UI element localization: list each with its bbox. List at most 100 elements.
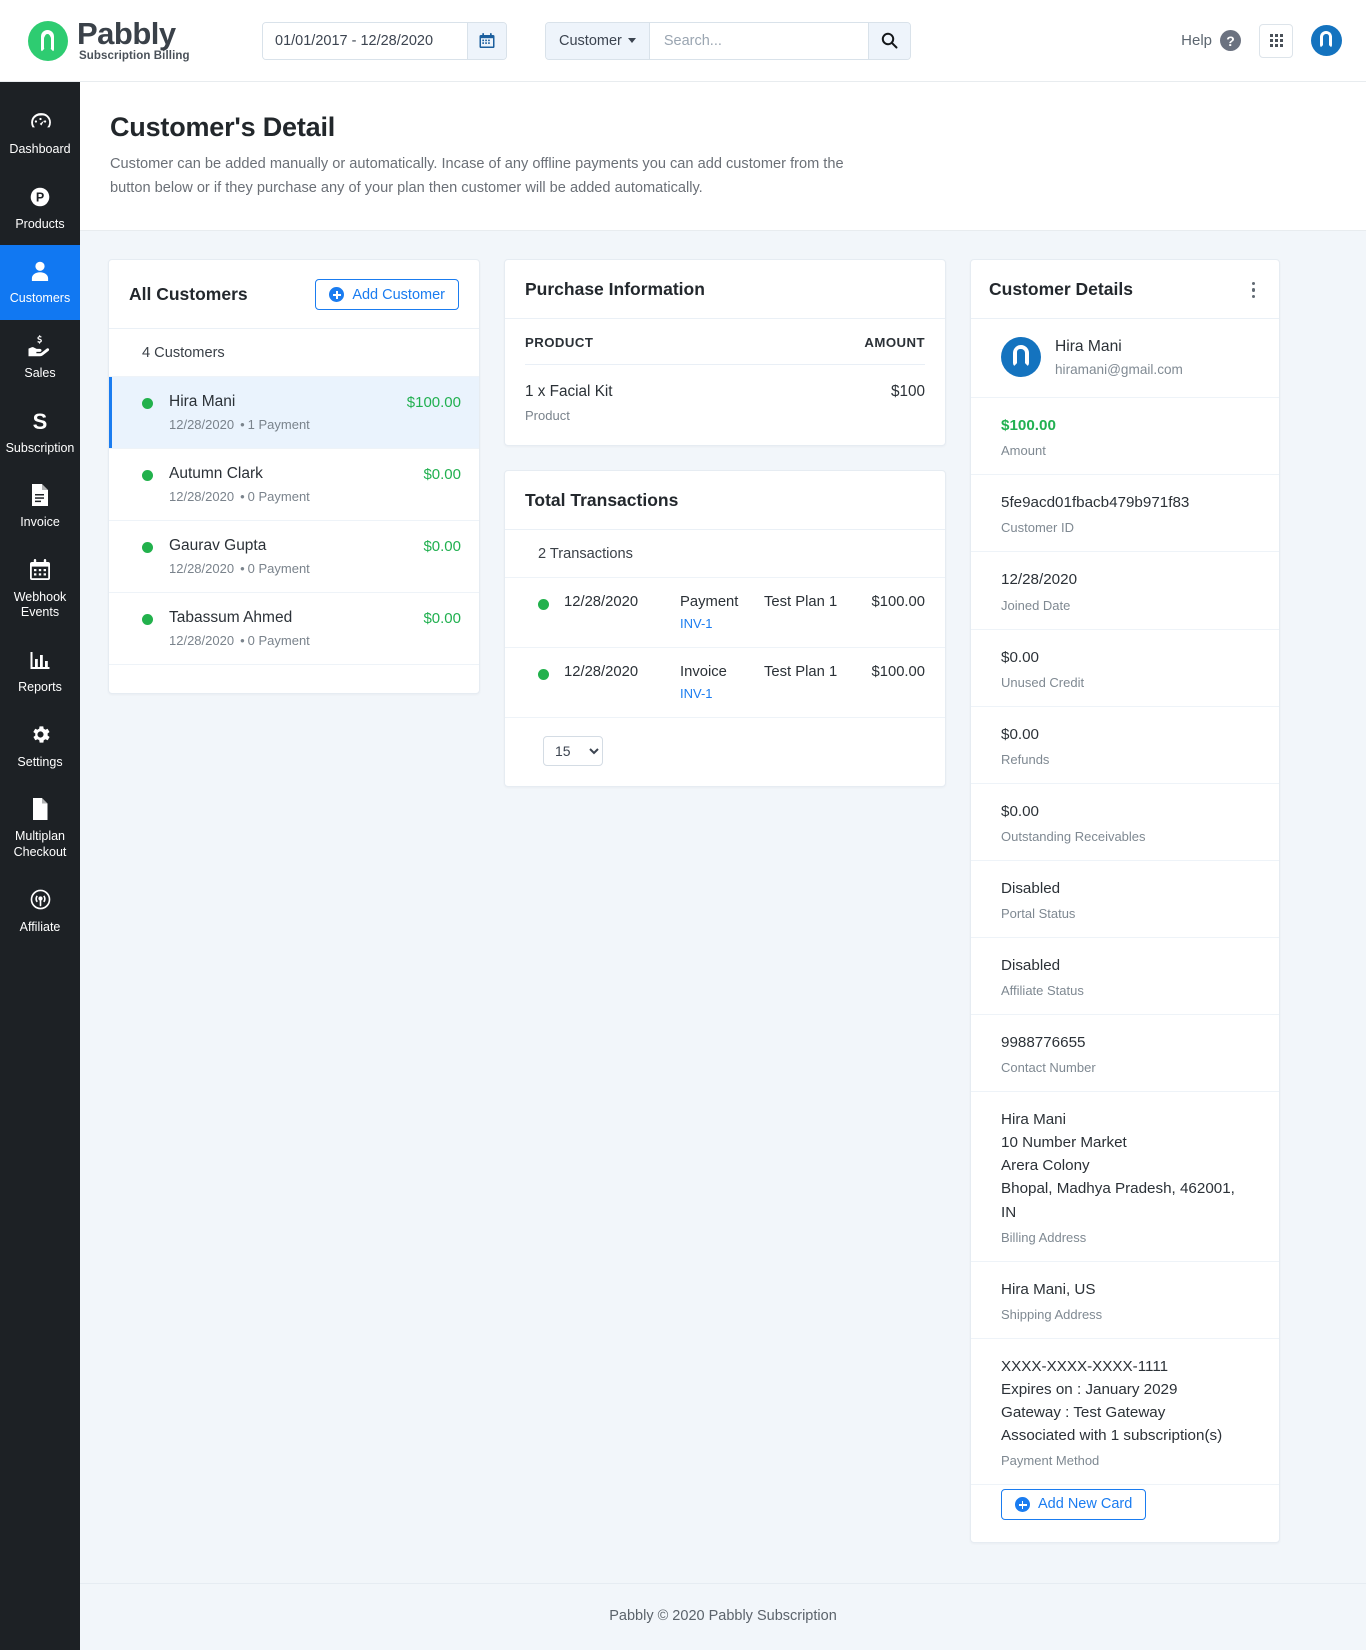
customer-details-title: Customer Details <box>989 279 1133 300</box>
detail-label: Joined Date <box>1001 597 1071 613</box>
customer-payments: 0 Payment <box>247 561 310 577</box>
customer-amount: $0.00 <box>423 538 461 556</box>
brand-logo-area[interactable]: Pabbly Subscription Billing <box>28 18 228 63</box>
detail-label: Customer ID <box>1001 520 1074 536</box>
column-header-amount: AMOUNT <box>864 335 925 351</box>
transactions-footer: 15 25 50 100 <box>505 718 945 786</box>
purchase-product: 1 x Facial Kit <box>525 383 613 401</box>
calendar-icon[interactable] <box>467 22 506 59</box>
calendar-icon <box>29 557 51 583</box>
sidebar-item-label: Invoice <box>20 515 60 530</box>
page-size-select[interactable]: 15 25 50 100 <box>543 736 603 767</box>
purchase-amount: $100 <box>890 383 925 401</box>
customer-date: 12/28/2020 <box>169 561 235 577</box>
detail-item-affiliate-status: Disabled Affiliate Status <box>971 938 1279 1016</box>
date-range-input[interactable] <box>263 22 467 59</box>
detail-item-refunds: $0.00 Refunds <box>971 707 1279 784</box>
detail-item-unused-credit: $0.00 Unused Credit <box>971 630 1279 707</box>
search-scope-dropdown[interactable]: Customer <box>546 22 650 59</box>
plus-circle-icon <box>1015 1497 1030 1513</box>
transaction-row[interactable]: 12/28/2020 Payment INV-1 Test Plan 1 $10… <box>505 578 945 649</box>
sidebar-item-label: Reports <box>18 680 62 694</box>
grid-apps-icon[interactable] <box>1259 23 1293 58</box>
sidebar-item-settings[interactable]: Settings <box>0 709 80 784</box>
kebab-menu-icon[interactable] <box>1246 280 1262 301</box>
search-group: Customer <box>545 21 911 60</box>
sidebar-item-customers[interactable]: Customers <box>0 245 80 320</box>
sidebar-item-label: Webhook Events <box>13 589 67 620</box>
sidebar-item-multiplan-checkout[interactable]: Multiplan Checkout <box>0 783 80 873</box>
green-dot-icon <box>142 542 153 554</box>
customer-details-header: Customer Details <box>971 260 1279 320</box>
sidebar-item-label: Products <box>15 216 65 231</box>
customer-count: 4 Customers <box>109 329 479 378</box>
add-customer-button[interactable]: Add Customer <box>315 279 459 311</box>
transaction-invoice-link[interactable]: INV-1 <box>680 686 764 701</box>
customer-details-column: Customer Details Hira Mani hiramani@gmai… <box>970 259 1280 1544</box>
detail-item-customer-id: 5fe9acd01fbacb479b971f83 Customer ID <box>971 475 1279 553</box>
add-new-card-button[interactable]: Add New Card <box>1001 1489 1147 1521</box>
transaction-amount: $100.00 <box>871 594 926 611</box>
transaction-type: Payment <box>680 594 739 611</box>
detail-item-outstanding-receivables: $0.00 Outstanding Receivables <box>971 784 1279 861</box>
grid-dots <box>1269 34 1283 47</box>
green-dot-icon <box>142 470 153 482</box>
sidebar-item-dashboard[interactable]: Dashboard <box>0 96 80 171</box>
user-avatar-icon[interactable] <box>1311 25 1342 56</box>
help-button[interactable]: Help ? <box>1181 30 1241 51</box>
sidebar-item-sales[interactable]: Sales <box>0 320 80 395</box>
page-footer: Pabbly © 2020 Pabbly Subscription <box>80 1583 1366 1650</box>
sidebar-item-affiliate[interactable]: Affiliate <box>0 874 80 949</box>
sidebar: Dashboard P Products Customers Sales S S… <box>0 82 80 1650</box>
customer-payments: 1 Payment <box>247 417 310 433</box>
detail-item-amount: $100.00 Amount <box>971 398 1279 476</box>
green-dot-icon <box>142 614 153 626</box>
detail-label: Payment Method <box>1001 1453 1100 1469</box>
search-icon[interactable] <box>867 22 910 59</box>
customer-name: Gaurav Gupta <box>169 537 267 555</box>
sidebar-item-subscription[interactable]: S Subscription <box>0 395 80 470</box>
sidebar-item-invoice[interactable]: Invoice <box>0 469 80 544</box>
detail-value: 5fe9acd01fbacb479b971f83 <box>1001 494 1190 512</box>
purchase-information-title: Purchase Information <box>525 279 705 300</box>
detail-label: Affiliate Status <box>1001 983 1084 999</box>
transaction-date: 12/28/2020 <box>564 594 639 611</box>
customer-detail-name: Hira Mani <box>1055 337 1122 355</box>
detail-item-portal-status: Disabled Portal Status <box>971 861 1279 938</box>
main-content: Customer's Detail Customer can be added … <box>80 82 1366 1650</box>
sidebar-item-reports[interactable]: Reports <box>0 634 80 709</box>
total-transactions-title: Total Transactions <box>525 490 679 511</box>
customer-name: Tabassum Ahmed <box>169 609 293 627</box>
customer-amount: $100.00 <box>406 394 461 412</box>
green-dot-icon <box>142 398 153 410</box>
customer-details-card: Customer Details Hira Mani hiramani@gmai… <box>970 259 1280 1544</box>
page-title: Customer's Detail <box>110 112 336 142</box>
purchase-table-row: 1 x Facial Kit Product $100 <box>525 365 925 445</box>
sidebar-item-products[interactable]: P Products <box>0 171 80 246</box>
all-customers-card: All Customers Add Customer 4 Customers H… <box>108 259 480 695</box>
detail-label: Shipping Address <box>1001 1306 1103 1322</box>
customer-date: 12/28/2020 <box>169 489 235 505</box>
brand-subtitle: Subscription Billing <box>79 50 190 63</box>
transaction-row[interactable]: 12/28/2020 Invoice INV-1 Test Plan 1 $10… <box>505 648 945 719</box>
detail-label: Contact Number <box>1001 1060 1096 1076</box>
page-description: Customer can be added manually or automa… <box>110 156 844 196</box>
sidebar-item-webhook-events[interactable]: Webhook Events <box>0 544 80 634</box>
date-range-picker[interactable] <box>262 21 507 60</box>
detail-label: Amount <box>1001 443 1046 459</box>
customer-list-item[interactable]: Hira Mani 12/28/2020 • 1 Payment $100.00 <box>109 377 479 450</box>
search-input[interactable] <box>649 22 868 59</box>
customer-payments: 0 Payment <box>247 489 310 505</box>
detail-item-shipping-address: Hira Mani, US Shipping Address <box>971 1262 1279 1339</box>
content-area: All Customers Add Customer 4 Customers H… <box>80 231 1366 1584</box>
customer-detail-email: hiramani@gmail.com <box>1055 361 1183 377</box>
detail-label: Billing Address <box>1001 1229 1087 1245</box>
customer-list-item[interactable]: Autumn Clark 12/28/2020 • 0 Payment $0.00 <box>109 449 479 522</box>
detail-item-billing-address: Hira Mani 10 Number Market Arera Colony … <box>971 1092 1279 1262</box>
customer-list-item[interactable]: Tabassum Ahmed 12/28/2020 • 0 Payment $0.0… <box>109 593 479 666</box>
customer-list-item[interactable]: Gaurav Gupta 12/28/2020 • 0 Payment $0.00 <box>109 521 479 594</box>
transaction-invoice-link[interactable]: INV-1 <box>680 616 764 631</box>
sidebar-item-label: Dashboard <box>9 142 71 156</box>
customer-name: Hira Mani <box>169 393 236 411</box>
all-customers-column: All Customers Add Customer 4 Customers H… <box>108 259 480 695</box>
